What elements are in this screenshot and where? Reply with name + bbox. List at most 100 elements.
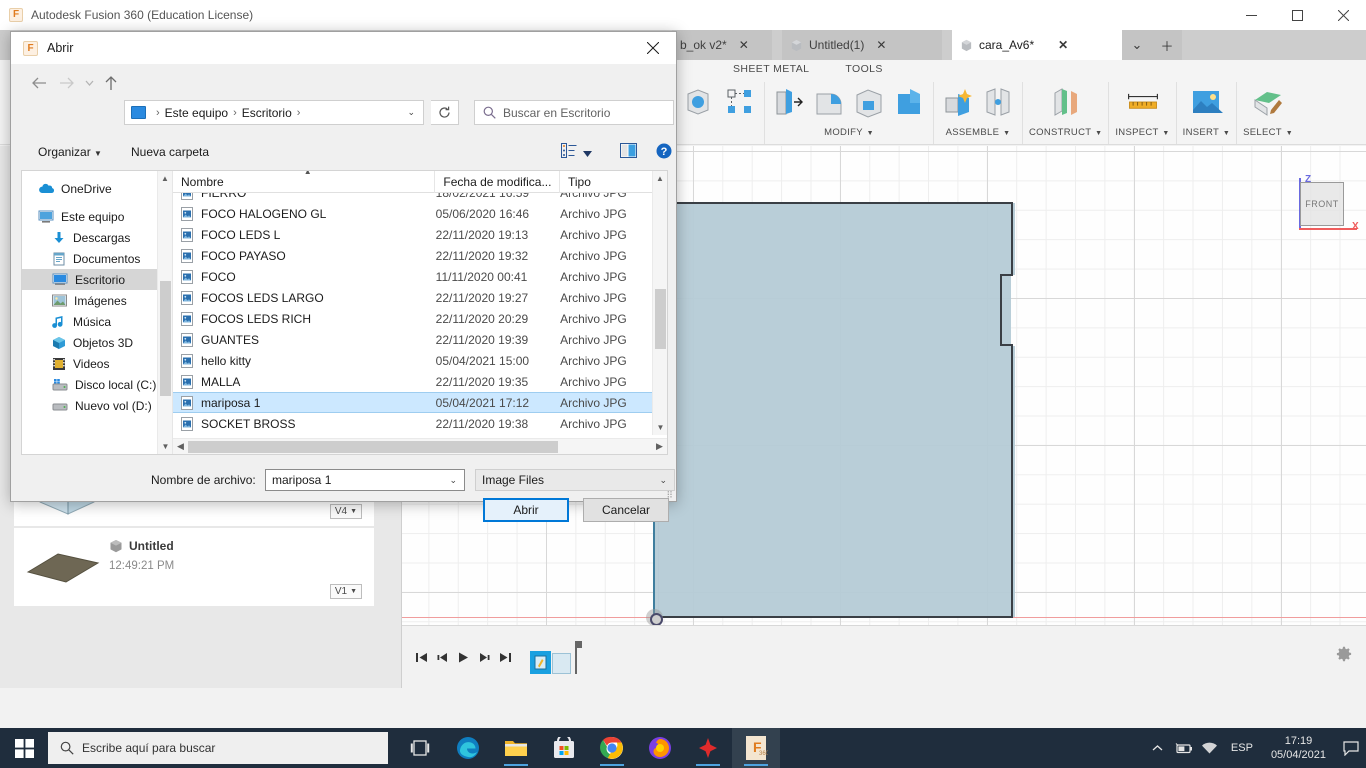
- fillet-icon[interactable]: [811, 84, 847, 120]
- dialog-search-box[interactable]: Buscar en Escritorio: [474, 100, 674, 125]
- file-row[interactable]: hello kitty 05/04/2021 15:00 Archivo JPG: [173, 350, 667, 371]
- task-view-icon[interactable]: [396, 728, 444, 768]
- taskbar-search-box[interactable]: Escribe aquí para buscar: [48, 732, 388, 764]
- revolve-icon[interactable]: [682, 84, 718, 120]
- skip-to-end-icon[interactable]: [498, 650, 512, 666]
- column-header-tipo[interactable]: Tipo: [560, 171, 667, 193]
- organize-button[interactable]: Organizar ▼: [38, 145, 102, 159]
- scroll-thumb[interactable]: [160, 281, 171, 396]
- file-row[interactable]: FOCOS LEDS LARGO 22/11/2020 19:27 Archivo …: [173, 287, 667, 308]
- preview-pane-icon[interactable]: [620, 143, 637, 161]
- windows-start-icon[interactable]: [0, 728, 48, 768]
- column-header-fecha[interactable]: Fecha de modifica...: [435, 171, 560, 193]
- wifi-icon[interactable]: [1197, 728, 1223, 768]
- timeline-feature-extrude[interactable]: [552, 653, 571, 674]
- file-row[interactable]: FOCO PAYASO 22/11/2020 19:32 Archivo JPG: [173, 245, 667, 266]
- data-panel-item-2[interactable]: Untitled 12:49:21 PM V1 ▼: [14, 528, 374, 606]
- file-row[interactable]: SOCKET BROSS 22/11/2020 19:38 Archivo JPG: [173, 413, 667, 434]
- action-center-notification-icon[interactable]: [1336, 728, 1366, 768]
- timeline-settings-gear-icon[interactable]: [1336, 646, 1352, 666]
- document-tab-2[interactable]: cara_Av6* ✕: [952, 30, 1122, 60]
- forward-arrow-icon[interactable]: [53, 70, 81, 96]
- dialog-close-button[interactable]: [630, 32, 676, 64]
- file-list-horizontal-scrollbar[interactable]: ◀ ▶: [173, 438, 667, 454]
- nav-item-escritorio[interactable]: Escritorio: [22, 269, 172, 290]
- file-explorer-icon[interactable]: [492, 728, 540, 768]
- joint-icon[interactable]: [980, 84, 1016, 120]
- new-component-icon[interactable]: [940, 84, 976, 120]
- open-file-dialog[interactable]: F Abrir › Este equipo › Escritorio › ⌄ B…: [10, 31, 677, 522]
- step-back-icon[interactable]: [435, 650, 449, 666]
- nav-item-musica[interactable]: Música: [22, 311, 172, 332]
- column-header-nombre[interactable]: Nombre ▲: [173, 171, 436, 193]
- offset-plane-icon[interactable]: [1048, 84, 1084, 120]
- scroll-down-arrow-icon[interactable]: ▼: [158, 439, 172, 454]
- nav-item-descargas[interactable]: Descargas: [22, 227, 172, 248]
- new-tab-button[interactable]: ＋: [1152, 30, 1182, 60]
- file-row[interactable]: FIERRO 18/02/2021 16:59Archivo JPG: [173, 193, 667, 203]
- language-indicator[interactable]: ESP: [1223, 742, 1261, 754]
- document-tab-0[interactable]: b_ok v2* ✕: [672, 30, 772, 60]
- measure-icon[interactable]: [1125, 84, 1161, 120]
- nav-item-onedrive[interactable]: OneDrive: [22, 178, 172, 199]
- dialog-resize-grip[interactable]: ⠿: [666, 491, 673, 500]
- nav-item-disco-local-c[interactable]: Disco local (C:): [22, 374, 172, 395]
- file-row[interactable]: FOCO HALOGENO GL 05/06/2020 16:46 Archivo …: [173, 203, 667, 224]
- ribbon-tab-tools[interactable]: TOOLS: [827, 63, 900, 81]
- address-bar[interactable]: › Este equipo › Escritorio › ⌄: [124, 100, 424, 125]
- viewcube-front-face[interactable]: FRONT: [1300, 182, 1344, 226]
- nav-item-objetos-3d[interactable]: Objetos 3D: [22, 332, 172, 353]
- back-arrow-icon[interactable]: [25, 70, 53, 96]
- filename-chevron-down-icon[interactable]: ⌄: [449, 475, 457, 486]
- scroll-right-arrow-icon[interactable]: ▶: [652, 441, 667, 452]
- timeline-feature-sketch[interactable]: [530, 651, 551, 674]
- scroll-thumb[interactable]: [655, 289, 666, 349]
- file-list-vertical-scrollbar[interactable]: ▲ ▼: [652, 171, 667, 435]
- version-badge[interactable]: V1 ▼: [329, 584, 362, 599]
- address-chevron-down-icon[interactable]: ⌄: [407, 107, 415, 118]
- edge-icon[interactable]: [444, 728, 492, 768]
- firefox-icon[interactable]: [636, 728, 684, 768]
- breadcrumb-escritorio[interactable]: Escritorio: [242, 106, 292, 120]
- new-folder-button[interactable]: Nueva carpeta: [131, 145, 209, 159]
- clock[interactable]: 17:19 05/04/2021: [1261, 734, 1336, 762]
- chevron-up-icon[interactable]: [1145, 728, 1171, 768]
- nav-item-este-equipo[interactable]: Este equipo: [22, 206, 172, 227]
- version-badge[interactable]: V4 ▼: [329, 504, 362, 519]
- nav-item-documentos[interactable]: Documentos: [22, 248, 172, 269]
- file-row[interactable]: FOCO 11/11/2020 00:41 Archivo JPG: [173, 266, 667, 287]
- scroll-down-arrow-icon[interactable]: ▼: [653, 420, 667, 435]
- skip-to-start-icon[interactable]: [414, 650, 428, 666]
- ribbon-group-label-inspect[interactable]: INSPECT ▼: [1115, 127, 1169, 138]
- battery-icon[interactable]: [1171, 728, 1197, 768]
- ribbon-group-label-modify[interactable]: MODIFY ▼: [824, 127, 874, 138]
- nav-item-imagenes[interactable]: Imágenes: [22, 290, 172, 311]
- minimize-button[interactable]: [1228, 0, 1274, 30]
- view-mode-icon[interactable]: [561, 143, 577, 161]
- dialog-help-icon[interactable]: ?: [656, 143, 672, 162]
- microsoft-store-icon[interactable]: [540, 728, 588, 768]
- combine-icon[interactable]: [891, 84, 927, 120]
- navigation-pane-scrollbar[interactable]: ▲ ▼: [157, 171, 172, 454]
- pattern-icon[interactable]: [722, 84, 758, 120]
- ribbon-group-label-assemble[interactable]: ASSEMBLE ▼: [946, 127, 1011, 138]
- tab-dropdown-button[interactable]: ⌄: [1122, 30, 1152, 60]
- breadcrumb-este-equipo[interactable]: Este equipo: [165, 106, 228, 120]
- press-pull-icon[interactable]: [771, 84, 807, 120]
- open-button[interactable]: Abrir: [483, 498, 569, 522]
- view-mode-chevron-down-icon[interactable]: [583, 146, 592, 160]
- cancel-button[interactable]: Cancelar: [583, 498, 669, 522]
- tab-close-icon[interactable]: ✕: [876, 38, 886, 52]
- file-row[interactable]: TAPA REDONDA GL22/11/2020 19:39Archivo J…: [173, 434, 667, 435]
- insert-image-icon[interactable]: [1188, 84, 1224, 120]
- chrome-icon[interactable]: [588, 728, 636, 768]
- autodesk-icon[interactable]: [684, 728, 732, 768]
- select-icon[interactable]: [1250, 84, 1286, 120]
- ribbon-group-label-insert[interactable]: INSERT ▼: [1183, 127, 1230, 138]
- scroll-up-arrow-icon[interactable]: ▲: [653, 171, 667, 186]
- filetype-select[interactable]: Image Files ⌄: [475, 469, 675, 491]
- nav-item-nuevo-vol-d[interactable]: Nuevo vol (D:): [22, 395, 172, 416]
- shell-icon[interactable]: [851, 84, 887, 120]
- timeline-end-marker[interactable]: [572, 641, 582, 674]
- refresh-button[interactable]: [431, 100, 459, 125]
